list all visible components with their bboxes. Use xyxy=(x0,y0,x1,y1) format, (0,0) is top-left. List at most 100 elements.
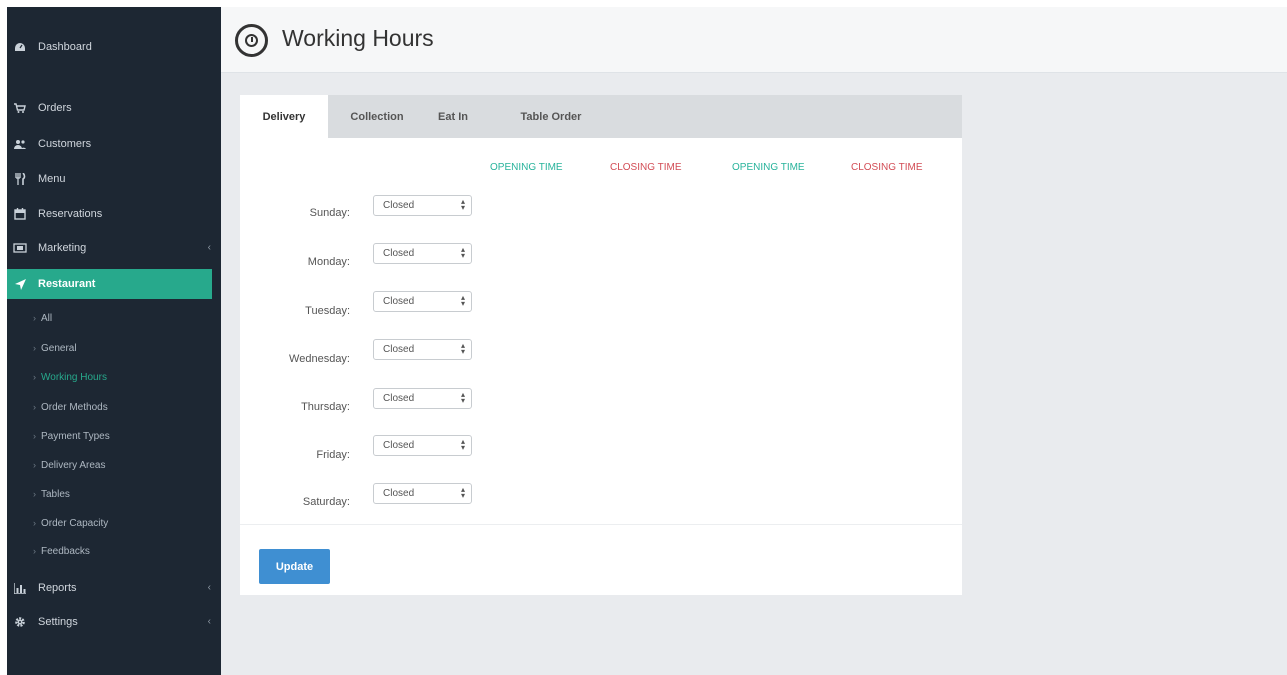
gear-icon xyxy=(12,614,28,630)
submenu-item-label: Order Methods xyxy=(41,401,108,413)
sidebar-item-menu[interactable]: Menu xyxy=(7,164,221,194)
select-arrows-icon: ▴ ▾ xyxy=(460,390,465,405)
day-label-friday: Friday: xyxy=(316,449,350,461)
select-arrows-icon: ▴ ▾ xyxy=(460,341,465,356)
tuesday-status-select[interactable]: Closed ▴ ▾ xyxy=(373,291,472,312)
column-header-opening-time: OPENING TIME xyxy=(490,162,563,173)
tab-table-order[interactable]: Table Order xyxy=(508,95,594,138)
submenu-item-label: Working Hours xyxy=(41,371,107,383)
sunday-status-select[interactable]: Closed ▴ ▾ xyxy=(373,195,472,216)
day-label-saturday: Saturday: xyxy=(302,496,350,508)
chevron-right-icon: › xyxy=(33,313,36,323)
chevron-left-icon: ‹ xyxy=(207,616,211,627)
sidebar-item-label: Settings xyxy=(38,616,78,628)
chevron-right-icon: › xyxy=(33,518,36,528)
calendar-icon xyxy=(12,206,28,222)
clock-icon xyxy=(235,24,268,57)
sidebar-item-label: Menu xyxy=(38,173,66,185)
select-arrows-icon: ▴ ▾ xyxy=(460,293,465,308)
day-label-wednesday: Wednesday: xyxy=(289,353,350,365)
select-value: Closed xyxy=(383,296,415,307)
submenu-item-general[interactable]: › General xyxy=(7,337,221,359)
select-value: Closed xyxy=(383,248,415,259)
chevron-right-icon: › xyxy=(33,372,36,382)
chevron-left-icon: ‹ xyxy=(207,582,211,593)
select-arrows-icon: ▴ ▾ xyxy=(460,197,465,212)
marketing-icon xyxy=(12,240,28,256)
sidebar: Dashboard Orders Customers Menu Reservat xyxy=(7,7,221,675)
sidebar-item-dashboard[interactable]: Dashboard xyxy=(7,32,221,62)
select-arrows-icon: ▴ ▾ xyxy=(460,245,465,260)
submenu-item-label: Tables xyxy=(41,488,70,500)
column-header-closing-time: CLOSING TIME xyxy=(610,162,682,173)
wednesday-status-select[interactable]: Closed ▴ ▾ xyxy=(373,339,472,360)
submenu-item-label: Order Capacity xyxy=(41,517,109,529)
sidebar-item-customers[interactable]: Customers xyxy=(7,129,221,159)
location-arrow-icon xyxy=(12,276,28,292)
submenu-item-order-capacity[interactable]: › Order Capacity xyxy=(7,512,221,534)
chevron-right-icon: › xyxy=(33,402,36,412)
tab-eat-in[interactable]: Eat In xyxy=(428,95,478,138)
day-label-tuesday: Tuesday: xyxy=(305,305,350,317)
column-header-opening-time: OPENING TIME xyxy=(732,162,805,173)
tab-collection[interactable]: Collection xyxy=(332,95,422,138)
tab-delivery[interactable]: Delivery xyxy=(240,95,328,138)
submenu-item-working-hours[interactable]: › Working Hours xyxy=(7,366,221,388)
saturday-status-select[interactable]: Closed ▴ ▾ xyxy=(373,483,472,504)
day-label-monday: Monday: xyxy=(307,256,350,268)
chevron-left-icon: ‹ xyxy=(207,242,211,253)
submenu-item-delivery-areas[interactable]: › Delivery Areas xyxy=(7,454,221,476)
tab-bar: Delivery Collection Eat In Table Order xyxy=(240,95,962,138)
monday-status-select[interactable]: Closed ▴ ▾ xyxy=(373,243,472,264)
app-frame: Dashboard Orders Customers Menu Reservat xyxy=(7,7,1287,675)
sidebar-item-orders[interactable]: Orders xyxy=(7,93,221,123)
bar-chart-icon xyxy=(12,580,28,596)
submenu-item-label: All xyxy=(41,312,53,324)
sidebar-item-label: Reports xyxy=(38,582,77,594)
users-icon xyxy=(12,136,28,152)
friday-status-select[interactable]: Closed ▴ ▾ xyxy=(373,435,472,456)
page-header: Working Hours xyxy=(221,7,1287,73)
select-value: Closed xyxy=(383,440,415,451)
submenu-item-label: Delivery Areas xyxy=(41,459,106,471)
sidebar-item-label: Restaurant xyxy=(38,278,96,290)
select-value: Closed xyxy=(383,393,415,404)
chevron-right-icon: › xyxy=(33,431,36,441)
submenu-item-all[interactable]: › All xyxy=(7,307,221,329)
submenu-item-label: Payment Types xyxy=(41,430,110,442)
sidebar-item-settings[interactable]: Settings ‹ xyxy=(7,607,221,637)
submenu-item-label: General xyxy=(41,342,77,354)
cutlery-icon xyxy=(12,171,28,187)
submenu-item-order-methods[interactable]: › Order Methods xyxy=(7,396,221,418)
sidebar-item-reports[interactable]: Reports ‹ xyxy=(7,573,221,603)
chevron-right-icon: › xyxy=(33,489,36,499)
sidebar-item-label: Marketing xyxy=(38,242,87,254)
sidebar-item-reservations[interactable]: Reservations xyxy=(7,199,221,229)
sidebar-item-label: Orders xyxy=(38,102,72,114)
select-arrows-icon: ▴ ▾ xyxy=(460,485,465,500)
select-arrows-icon: ▴ ▾ xyxy=(460,437,465,452)
sidebar-item-label: Customers xyxy=(38,138,92,150)
sidebar-item-marketing[interactable]: Marketing ‹ xyxy=(7,233,221,263)
sidebar-item-label: Reservations xyxy=(38,208,103,220)
submenu-item-feedbacks[interactable]: › Feedbacks xyxy=(7,540,221,562)
sidebar-item-label: Dashboard xyxy=(38,41,92,53)
page-title: Working Hours xyxy=(282,25,434,51)
dashboard-icon xyxy=(12,39,28,55)
update-button[interactable]: Update xyxy=(259,549,330,584)
chevron-right-icon: › xyxy=(33,343,36,353)
submenu-item-payment-types[interactable]: › Payment Types xyxy=(7,425,221,447)
sidebar-item-restaurant[interactable]: Restaurant xyxy=(7,269,212,299)
chevron-right-icon: › xyxy=(33,460,36,470)
thursday-status-select[interactable]: Closed ▴ ▾ xyxy=(373,388,472,409)
day-label-thursday: Thursday: xyxy=(301,401,350,413)
column-header-closing-time: CLOSING TIME xyxy=(851,162,923,173)
select-value: Closed xyxy=(383,344,415,355)
panel-divider xyxy=(240,524,962,525)
submenu-item-label: Feedbacks xyxy=(41,545,90,557)
day-label-sunday: Sunday: xyxy=(309,207,350,219)
submenu-item-tables[interactable]: › Tables xyxy=(7,483,221,505)
working-hours-panel: Delivery Collection Eat In Table Order O… xyxy=(240,95,962,595)
cart-icon xyxy=(12,100,28,116)
select-value: Closed xyxy=(383,200,415,211)
